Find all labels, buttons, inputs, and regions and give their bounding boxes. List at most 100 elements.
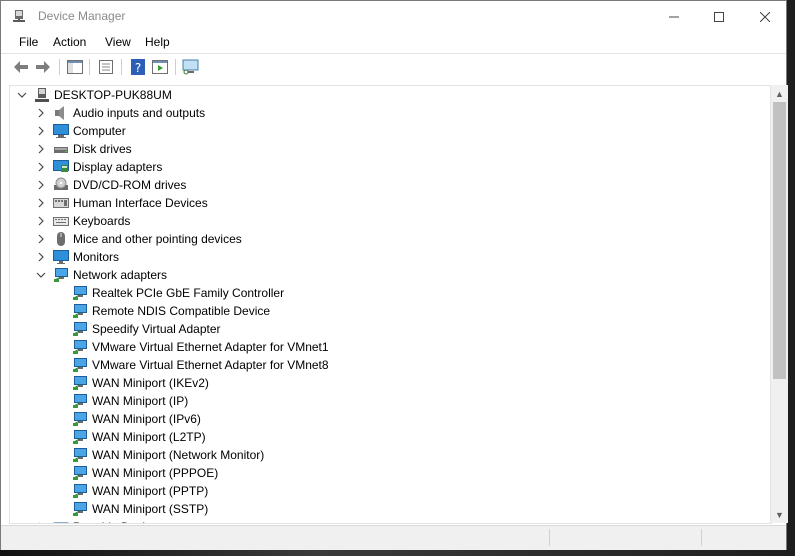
tree-node-label[interactable]: Realtek PCIe GbE Family Controller (92, 286, 284, 300)
properties-icon (99, 60, 113, 74)
expand-toggle[interactable] (36, 108, 46, 118)
keyboard-icon (53, 217, 69, 226)
network-adapter-icon (73, 430, 87, 444)
network-adapter-icon (73, 412, 87, 426)
tree-node-label[interactable]: Portable Devices (73, 520, 164, 523)
expand-toggle[interactable] (36, 234, 46, 244)
network-adapter-icon (73, 394, 87, 408)
device-manager-app-icon (13, 10, 25, 22)
expand-toggle-expanded[interactable] (36, 270, 46, 280)
chevron-right-icon (38, 162, 44, 172)
minimize-icon (669, 16, 679, 17)
expand-toggle[interactable] (36, 216, 46, 226)
toolbar-separator (89, 59, 90, 75)
close-button[interactable] (742, 1, 788, 32)
tree-node-label[interactable]: Remote NDIS Compatible Device (92, 304, 270, 318)
minimize-button[interactable] (651, 1, 697, 32)
expand-toggle[interactable] (36, 252, 46, 262)
tree-node-label[interactable]: Computer (73, 124, 126, 138)
expand-toggle[interactable] (36, 522, 46, 523)
status-cell (701, 529, 786, 546)
status-cell (549, 529, 700, 546)
disk-drive-icon (54, 147, 68, 153)
tree-node-label[interactable]: Network adapters (73, 268, 167, 282)
run-action-button[interactable] (151, 58, 169, 76)
tree-node-label[interactable]: Keyboards (73, 214, 130, 228)
tree-node-label[interactable]: Speedify Virtual Adapter (92, 322, 221, 336)
network-adapter-icon (73, 304, 87, 318)
properties-button[interactable] (97, 58, 115, 76)
back-button[interactable] (12, 58, 30, 76)
maximize-button[interactable] (696, 1, 742, 32)
close-icon (760, 11, 770, 22)
tree-node-label[interactable]: Mice and other pointing devices (73, 232, 242, 246)
menu-help[interactable]: Help (145, 35, 170, 49)
scroll-up-button[interactable]: ▲ (771, 85, 788, 102)
expand-toggle[interactable] (36, 198, 46, 208)
title-bar[interactable]: Device Manager (1, 1, 786, 32)
tree-category-node[interactable] (10, 248, 770, 266)
network-adapter-icon (73, 502, 87, 516)
network-adapter-icon (73, 484, 87, 498)
hid-icon (53, 198, 69, 208)
toolbar-separator (175, 59, 176, 75)
menu-bar: File Action View Help (1, 32, 786, 53)
expand-toggle[interactable] (36, 162, 46, 172)
chevron-right-icon (38, 144, 44, 154)
tree-node-label[interactable]: WAN Miniport (IP) (92, 394, 188, 408)
tree-node-label[interactable]: DVD/CD-ROM drives (73, 178, 186, 192)
menu-file[interactable]: File (19, 35, 38, 49)
expand-toggle[interactable] (36, 126, 46, 136)
chevron-right-icon (39, 522, 40, 523)
menu-action[interactable]: Action (53, 35, 86, 49)
network-adapter-icon (73, 448, 87, 462)
vertical-scrollbar[interactable]: ▲ ▼ (770, 85, 788, 523)
dvd-icon (54, 177, 68, 190)
chevron-right-icon (38, 216, 44, 226)
network-adapter-icon (73, 322, 87, 336)
tree-node-label[interactable]: WAN Miniport (IKEv2) (92, 376, 209, 390)
chevron-right-icon (38, 252, 44, 262)
tree-node-label[interactable]: WAN Miniport (IPv6) (92, 412, 201, 426)
speaker-icon (55, 106, 64, 120)
monitor-scan-icon (182, 59, 199, 75)
tree-node-label[interactable]: DESKTOP-PUK88UM (54, 88, 172, 102)
back-arrow-icon (14, 61, 28, 73)
tree-node-label[interactable]: Monitors (73, 250, 119, 264)
network-adapter-icon (73, 358, 87, 372)
menu-view[interactable]: View (105, 35, 131, 49)
tree-node-label[interactable]: WAN Miniport (L2TP) (92, 430, 206, 444)
tree-node-label[interactable]: WAN Miniport (Network Monitor) (92, 448, 264, 462)
tree-node-label[interactable]: WAN Miniport (PPPOE) (92, 466, 218, 480)
expand-toggle[interactable] (36, 144, 46, 154)
network-icon (54, 268, 68, 282)
scan-hardware-button[interactable] (182, 58, 200, 76)
tree-node-label[interactable]: VMware Virtual Ethernet Adapter for VMne… (92, 358, 329, 372)
show-hide-console-tree-button[interactable] (66, 58, 84, 76)
expand-toggle[interactable] (36, 180, 46, 190)
status-bar (1, 525, 786, 550)
chevron-right-icon (38, 198, 44, 208)
help-button[interactable]: ? (129, 58, 147, 76)
console-tree-icon (67, 60, 83, 74)
tree-node-label[interactable]: VMware Virtual Ethernet Adapter for VMne… (92, 340, 329, 354)
mouse-icon (57, 232, 65, 246)
network-adapter-icon (73, 466, 87, 480)
run-icon (152, 60, 168, 74)
chevron-up-icon: ▲ (775, 88, 784, 99)
tree-node-label[interactable]: Disk drives (73, 142, 132, 156)
forward-button[interactable] (34, 58, 52, 76)
tree-node-label[interactable]: WAN Miniport (PPTP) (92, 484, 208, 498)
scrollbar-thumb[interactable] (773, 102, 786, 379)
tree-node-label[interactable]: Human Interface Devices (73, 196, 208, 210)
computer-root-icon (35, 88, 49, 102)
tree-node-label[interactable]: Audio inputs and outputs (73, 106, 205, 120)
svg-text:?: ? (135, 61, 141, 75)
network-adapter-icon (73, 286, 87, 300)
display-adapter-icon (53, 160, 69, 172)
tree-node-label[interactable]: Display adapters (73, 160, 162, 174)
tree-node-label[interactable]: WAN Miniport (SSTP) (92, 502, 208, 516)
expand-toggle-expanded[interactable] (17, 90, 27, 100)
scroll-down-button[interactable]: ▼ (771, 506, 788, 523)
chevron-down-icon (36, 272, 46, 278)
